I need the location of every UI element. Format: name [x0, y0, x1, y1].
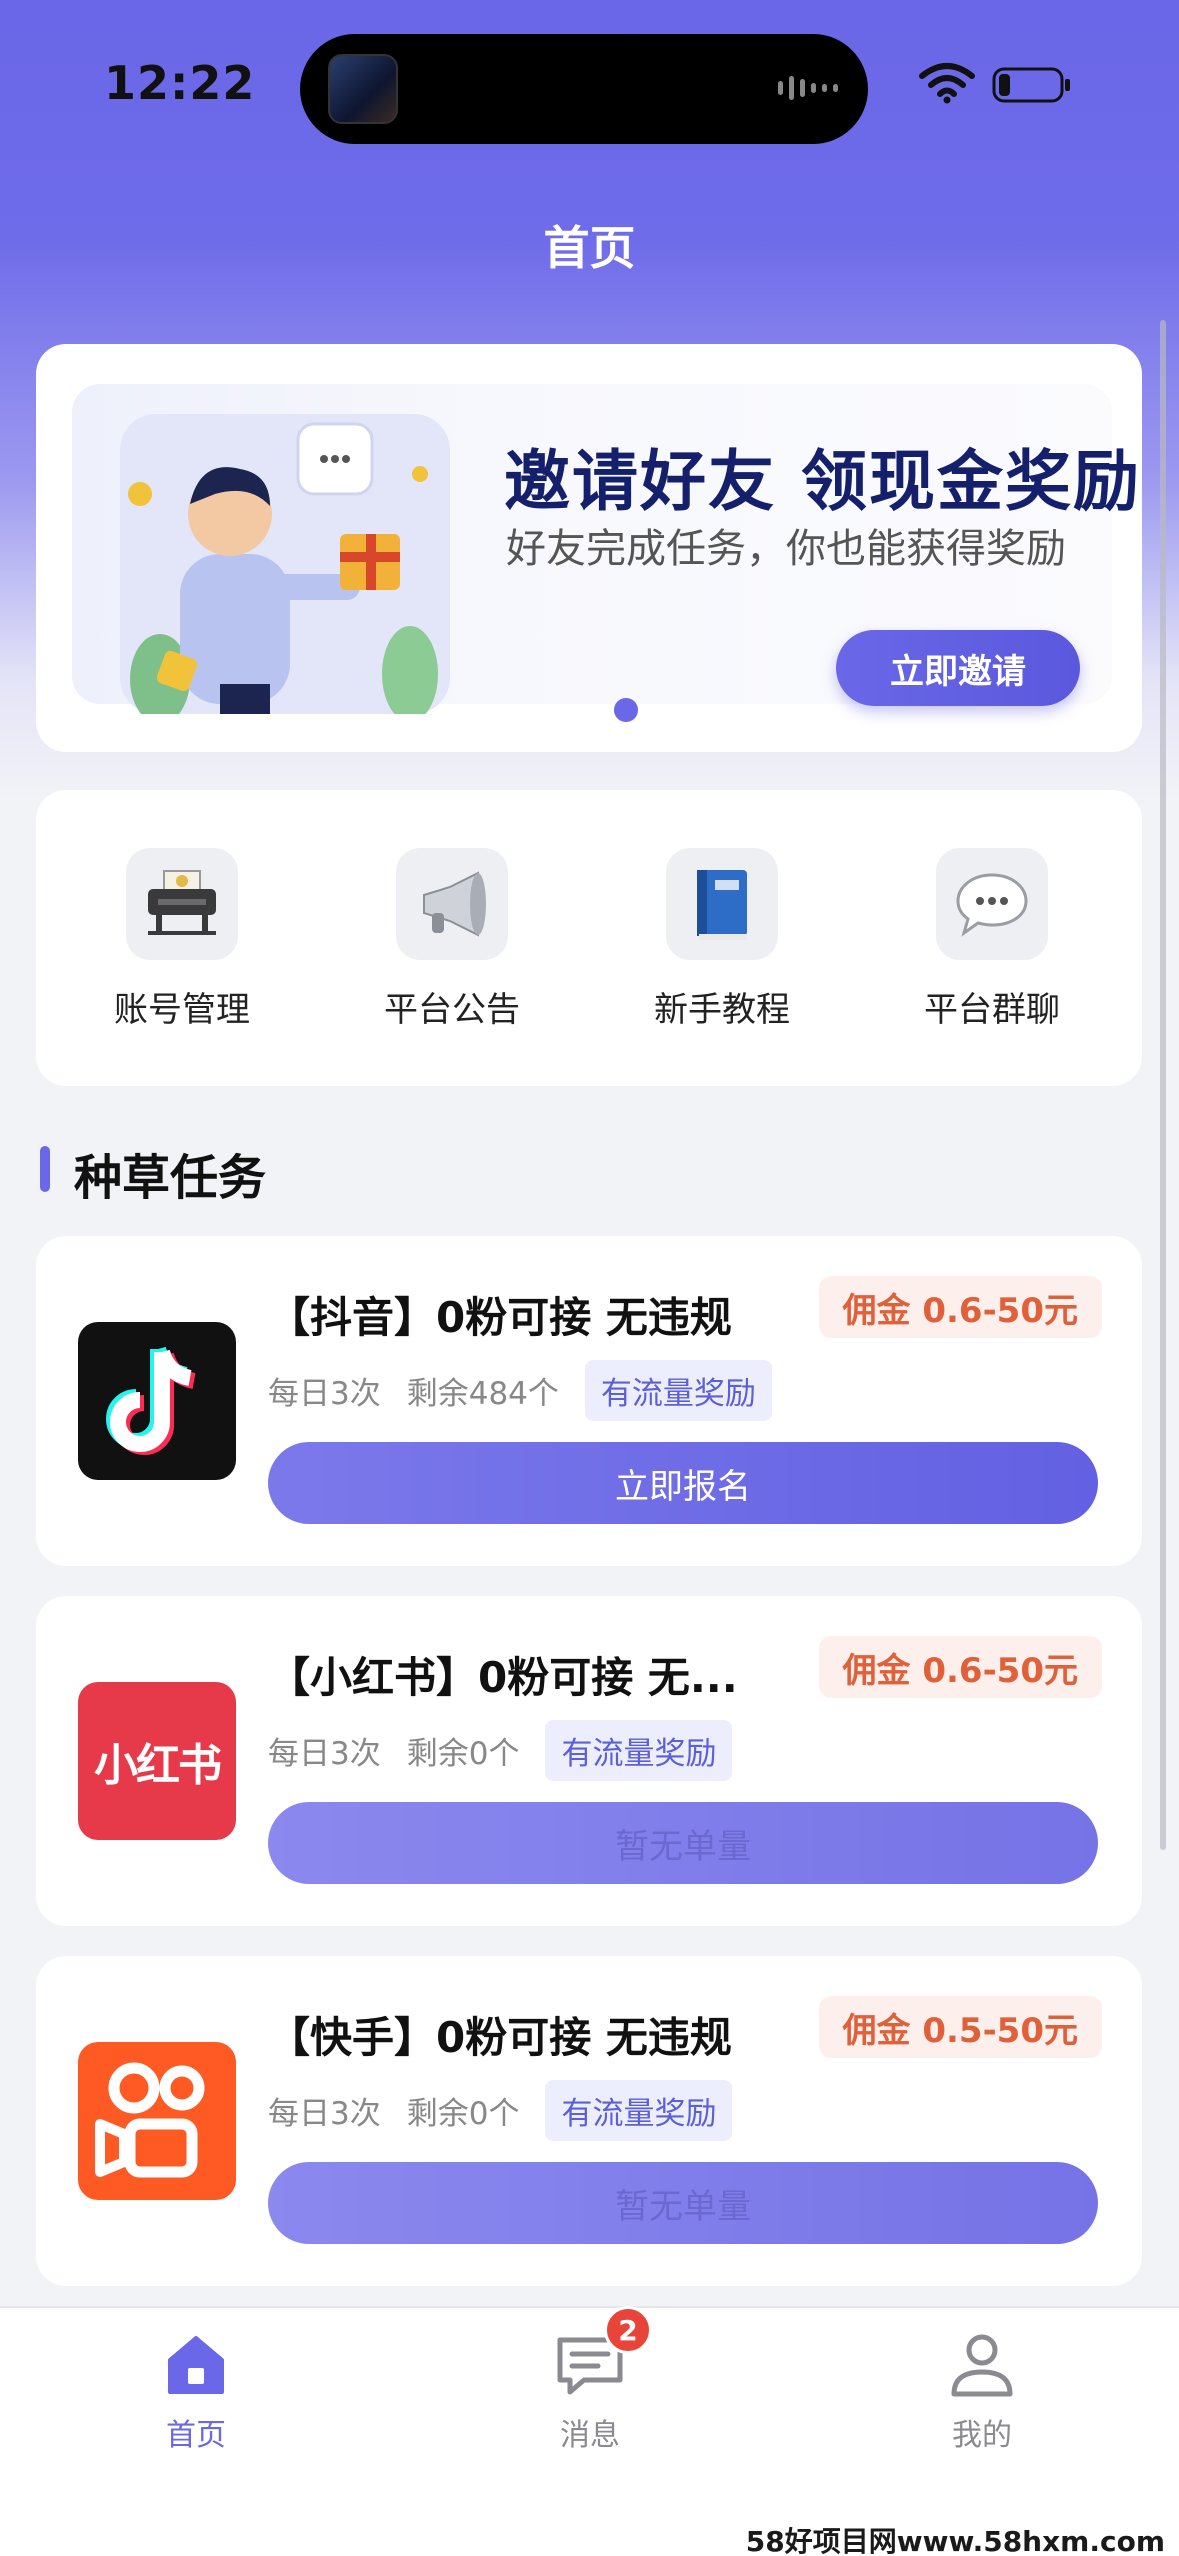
section-accent-bar [40, 1146, 50, 1192]
quick-item-label: 平台群聊 [924, 990, 1060, 1030]
quick-item-group-chat[interactable]: 平台群聊 [882, 848, 1102, 1031]
remaining-count: 剩余0个 [406, 2096, 520, 2132]
user-icon [946, 2328, 1018, 2400]
invite-button[interactable]: 立即邀请 [836, 630, 1080, 706]
tab-label: 消息 [560, 2418, 620, 2453]
quick-item-label: 新手教程 [654, 990, 790, 1030]
traffic-reward-tag: 有流量奖励 [584, 1360, 772, 1421]
quick-item-tutorial[interactable]: 新手教程 [612, 848, 832, 1031]
book-icon [666, 848, 778, 960]
douyin-logo [78, 1322, 236, 1480]
kuaishou-logo [78, 2042, 236, 2200]
carousel-indicator[interactable] [614, 698, 638, 722]
xiaohongshu-logo-text: 小红书 [94, 1740, 222, 1791]
quick-item-announcement[interactable]: 平台公告 [342, 848, 562, 1031]
daily-limit: 每日3次 [268, 1376, 381, 1412]
watermark: 58好项目网www.58hxm.com [745, 2525, 1165, 2556]
invite-illustration [120, 414, 450, 714]
quick-menu: 账号管理 平台公告 新手教程 平台群聊 [36, 790, 1142, 1086]
tab-home[interactable]: 首页 [96, 2328, 296, 2454]
task-title: 【抖音】0粉可接 无违规 [268, 1293, 732, 1342]
traffic-reward-tag: 有流量奖励 [545, 1720, 733, 1781]
banner-title: 邀请好友 领现金奖励 [504, 443, 1141, 520]
remaining-count: 剩余0个 [406, 1736, 520, 1772]
audio-wave-icon [778, 76, 838, 100]
home-icon [160, 2328, 232, 2400]
commission-badge: 佣金 0.6-50元 [818, 1276, 1102, 1338]
task-meta: 每日3次 剩余0个 有流量奖励 [268, 1720, 733, 1781]
traffic-reward-tag: 有流量奖励 [545, 2080, 733, 2141]
signup-button[interactable]: 立即报名 [268, 1442, 1098, 1524]
quick-item-label: 账号管理 [114, 990, 250, 1030]
commission-badge: 佣金 0.5-50元 [818, 1996, 1102, 2058]
tab-messages[interactable]: 2 消息 [490, 2306, 690, 2454]
commission-badge: 佣金 0.6-50元 [818, 1636, 1102, 1698]
task-title: 【快手】0粉可接 无违规 [268, 2013, 732, 2062]
daily-limit: 每日3次 [268, 1736, 381, 1772]
task-card-douyin[interactable]: 【抖音】0粉可接 无违规 佣金 0.6-50元 每日3次 剩余484个 有流量奖… [36, 1236, 1142, 1566]
section-title: 种草任务 [74, 1150, 267, 1206]
no-orders-button[interactable]: 暂无单量 [268, 2162, 1098, 2244]
tab-bar: 首页 2 消息 我的 [0, 2306, 1179, 2556]
xiaohongshu-logo: 小红书 [78, 1682, 236, 1840]
battery-icon [992, 67, 1070, 103]
no-orders-button[interactable]: 暂无单量 [268, 1802, 1098, 1884]
printer-icon [126, 848, 238, 960]
task-meta: 每日3次 剩余0个 有流量奖励 [268, 2080, 733, 2141]
tab-label: 我的 [952, 2418, 1012, 2453]
megaphone-icon [396, 848, 508, 960]
status-time: 12:22 [104, 56, 256, 110]
banner-subtitle: 好友完成任务，你也能获得奖励 [506, 526, 1066, 572]
message-icon: 2 [554, 2306, 652, 2400]
task-card-kuaishou[interactable]: 【快手】0粉可接 无违规 佣金 0.5-50元 每日3次 剩余0个 有流量奖励 … [36, 1956, 1142, 2286]
unread-badge: 2 [604, 2306, 652, 2354]
dynamic-island [300, 34, 868, 144]
quick-item-account[interactable]: 账号管理 [72, 848, 292, 1031]
tab-label: 首页 [166, 2418, 226, 2453]
page-title: 首页 [543, 221, 636, 275]
tab-mine[interactable]: 我的 [882, 2328, 1082, 2454]
now-playing-thumbnail [328, 54, 398, 124]
daily-limit: 每日3次 [268, 2096, 381, 2132]
scrollbar[interactable] [1160, 320, 1166, 1850]
task-card-xiaohongshu[interactable]: 小红书 【小红书】0粉可接 无... 佣金 0.6-50元 每日3次 剩余0个 … [36, 1596, 1142, 1926]
chat-bubble-icon [936, 848, 1048, 960]
task-title: 【小红书】0粉可接 无... [268, 1653, 738, 1702]
quick-item-label: 平台公告 [384, 990, 520, 1030]
invite-banner[interactable]: 邀请好友 领现金奖励 好友完成任务，你也能获得奖励 立即邀请 [36, 344, 1142, 752]
task-meta: 每日3次 剩余484个 有流量奖励 [268, 1360, 772, 1421]
remaining-count: 剩余484个 [406, 1376, 559, 1412]
wifi-icon [919, 63, 975, 104]
